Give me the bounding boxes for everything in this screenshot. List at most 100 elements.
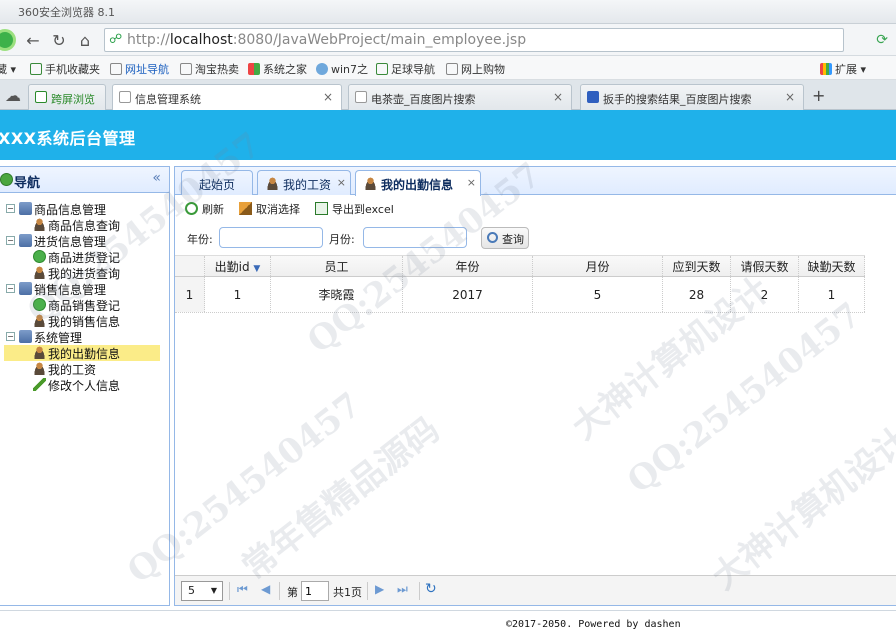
prev-page-icon[interactable]: ◀	[261, 582, 270, 596]
page-icon	[110, 63, 122, 75]
tree-item-salary[interactable]: 我的工资	[0, 361, 168, 377]
cell-required-days: 28	[663, 277, 731, 312]
page-icon	[180, 63, 192, 75]
cell-absent-days: 1	[799, 277, 865, 312]
tree-item-sales-register[interactable]: 商品销售登记	[0, 297, 168, 313]
cloud-sync-icon[interactable]: ☁	[2, 84, 24, 106]
reload-icon[interactable]: ↻	[48, 29, 70, 51]
close-icon[interactable]: ×	[785, 90, 795, 104]
unselect-button[interactable]: 取消选择	[239, 201, 300, 217]
globe-icon	[0, 173, 13, 186]
tree-item-purchase-query[interactable]: 我的进货查询	[0, 265, 168, 281]
next-page-icon[interactable]: ▶	[375, 582, 384, 596]
tree-item-edit-profile[interactable]: 修改个人信息	[0, 377, 168, 393]
address-bar: ← ↻ ⌂ ☍ http://localhost:8080/JavaWebPro…	[0, 24, 896, 56]
column-header[interactable]: 月份	[533, 256, 663, 276]
search-icon	[487, 232, 498, 243]
cell-year: 2017	[403, 277, 533, 312]
grid-header: 出勤id ▼ 员工 年份 月份 应到天数 请假天数 缺勤天数	[175, 255, 865, 277]
tree-item-goods-query[interactable]: 商品信息查询	[0, 217, 168, 233]
reload-page-icon[interactable]: ↻	[425, 581, 437, 597]
tree-item-purchase-register[interactable]: 商品进货登记	[0, 249, 168, 265]
extensions-button[interactable]: 扩展 ▾	[820, 61, 866, 77]
query-button[interactable]: 查询	[481, 227, 529, 249]
browser-tab[interactable]: 跨屏浏览	[28, 84, 106, 110]
phone-icon	[30, 63, 42, 75]
divider	[419, 582, 420, 600]
tree-group-system[interactable]: − 系统管理	[0, 329, 168, 345]
tab-salary[interactable]: 我的工资 ×	[257, 170, 351, 195]
collapse-toggle-icon[interactable]: −	[6, 284, 15, 293]
computer-icon	[19, 282, 32, 295]
tree-group-purchase[interactable]: − 进货信息管理	[0, 233, 168, 249]
user-icon	[33, 218, 46, 231]
browser-tab-active[interactable]: 信息管理系统 ×	[112, 84, 342, 111]
close-icon[interactable]: ×	[323, 90, 333, 104]
url-field[interactable]: ☍ http://localhost:8080/JavaWebProject/m…	[104, 28, 844, 52]
page-icon	[446, 63, 458, 75]
browser-tab[interactable]: 电茶壶_百度图片搜索 ×	[348, 84, 572, 110]
tree-group-goods[interactable]: − 商品信息管理	[0, 201, 168, 217]
export-excel-button[interactable]: 导出到excel	[315, 201, 394, 217]
year-input[interactable]	[219, 227, 323, 248]
rownum-header	[175, 256, 205, 276]
bookmarks-bar: 藏 ▾ 手机收藏夹 网址导航 淘宝热卖 系统之家 win7之 足球导航 网上购物…	[0, 56, 896, 80]
tree-group-sales[interactable]: − 销售信息管理	[0, 281, 168, 297]
close-icon[interactable]: ×	[337, 176, 346, 189]
column-header[interactable]: 请假天数	[731, 256, 799, 276]
last-page-icon[interactable]: ⏭	[397, 582, 408, 597]
close-icon[interactable]: ×	[467, 176, 476, 189]
page-size-select[interactable]: 5 ▼	[181, 581, 223, 601]
user-icon	[33, 266, 46, 279]
column-header[interactable]: 应到天数	[663, 256, 731, 276]
security-shield-icon: ☍	[109, 32, 123, 47]
back-arrow-icon[interactable]: ←	[22, 29, 44, 51]
bookmark-item[interactable]: win7之	[316, 61, 368, 77]
cell-leave-days: 2	[731, 277, 799, 312]
bookmark-item[interactable]: 藏 ▾	[0, 61, 16, 77]
bookmark-item[interactable]: 系统之家	[248, 61, 307, 77]
add-icon	[33, 298, 46, 311]
football-icon	[376, 63, 388, 75]
column-header[interactable]: 年份	[403, 256, 533, 276]
page-number-input[interactable]	[301, 581, 329, 601]
pencil-icon	[33, 378, 46, 391]
collapse-icon[interactable]: «	[152, 170, 161, 186]
home-icon[interactable]: ⌂	[74, 29, 96, 51]
bookmark-item[interactable]: 手机收藏夹	[30, 61, 100, 77]
bookmark-item[interactable]: 足球导航	[376, 61, 435, 77]
divider	[279, 582, 280, 600]
collapse-toggle-icon[interactable]: −	[6, 236, 15, 245]
bookmark-item[interactable]: 网上购物	[446, 61, 505, 77]
nav-header: 导航 «	[0, 167, 169, 193]
bookmark-item[interactable]: 网址导航	[110, 61, 169, 77]
collapse-toggle-icon[interactable]: −	[6, 332, 15, 341]
month-input[interactable]	[363, 227, 467, 248]
table-row[interactable]: 1 1 李晓霞 2017 5 28 2 1	[175, 277, 865, 313]
bookmark-item[interactable]: 淘宝热卖	[180, 61, 239, 77]
tab-home[interactable]: 起始页	[181, 170, 253, 195]
new-tab-button[interactable]: +	[812, 86, 825, 105]
app-header: XXX系统后台管理	[0, 110, 896, 160]
tree-item-sales-mine[interactable]: 我的销售信息	[0, 313, 168, 329]
collapse-toggle-icon[interactable]: −	[6, 204, 15, 213]
sort-desc-icon: ▼	[253, 264, 261, 274]
browser-tab[interactable]: 扳手的搜索结果_百度图片搜索 ×	[580, 84, 804, 110]
cell-employee: 李晓霞	[271, 277, 403, 312]
close-icon[interactable]: ×	[553, 90, 563, 104]
tab-attendance[interactable]: 我的出勤信息 ×	[355, 170, 481, 196]
column-header[interactable]: 出勤id ▼	[205, 256, 271, 276]
page-icon	[119, 91, 131, 103]
computer-icon	[19, 330, 32, 343]
column-header[interactable]: 员工	[271, 256, 403, 276]
filter-form: 年份: 月份: 查询	[183, 227, 583, 251]
tree-item-attendance[interactable]: 我的出勤信息	[4, 345, 160, 361]
column-header[interactable]: 缺勤天数	[799, 256, 865, 276]
footer: ©2017-2050. Powered by dashen	[0, 610, 896, 640]
chevron-down-icon: ▼	[210, 586, 217, 595]
first-page-icon[interactable]: ⏮	[237, 582, 248, 597]
refresh-icon	[185, 202, 198, 215]
sync-icon[interactable]: ⟳	[876, 32, 888, 48]
paw-icon	[587, 91, 599, 103]
refresh-button[interactable]: 刷新	[185, 201, 224, 217]
